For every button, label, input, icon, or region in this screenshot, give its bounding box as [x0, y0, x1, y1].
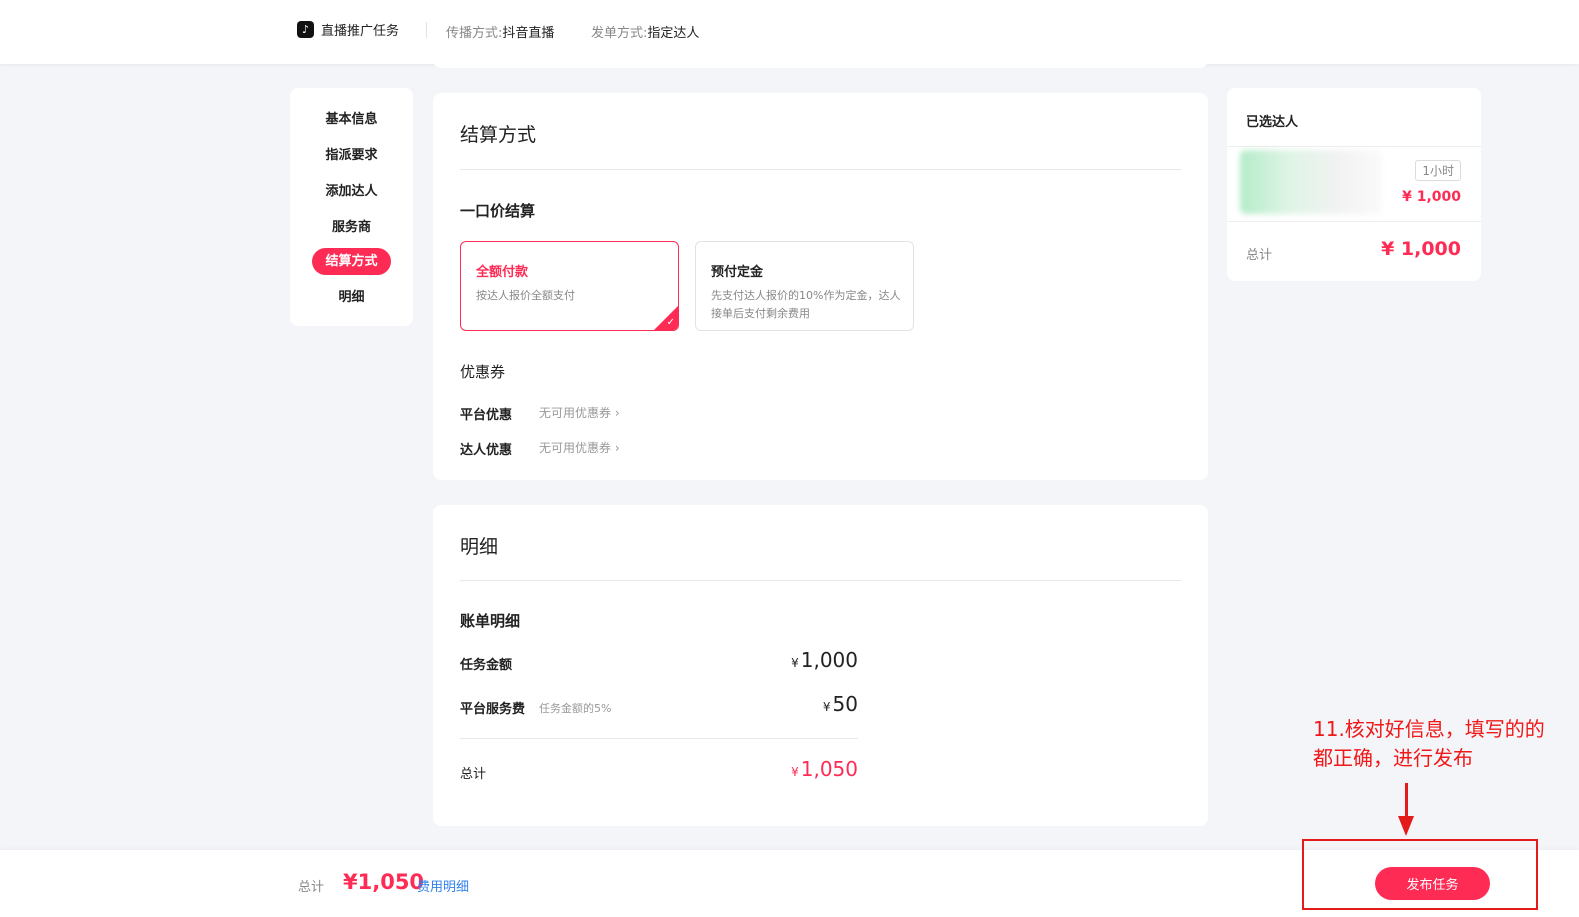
detail-divider — [460, 580, 1181, 581]
spread-method: 传播方式:抖音直播 — [446, 22, 554, 41]
settlement-title: 结算方式 — [460, 124, 537, 146]
annotation-arrow-shaft — [1405, 783, 1408, 819]
coupon-title: 优惠券 — [460, 363, 506, 381]
total-divider — [460, 738, 858, 739]
detail-total-label: 总计 — [460, 767, 487, 782]
check-icon: ✓ — [666, 317, 675, 328]
section-nav: 基本信息 指派要求 添加达人 服务商 结算方式 明细 — [290, 88, 413, 326]
detail-title: 明细 — [460, 536, 499, 558]
settlement-divider — [460, 169, 1181, 170]
influencer-avatar-blurred — [1240, 150, 1382, 214]
fee-detail-link[interactable]: 费用明细 — [417, 876, 469, 895]
detail-card: 明细 账单明细 任务金额 ¥1,000 平台服务费 任务金额的5% ¥50 总计… — [433, 505, 1208, 826]
detail-total-value: 1,050 — [800, 757, 858, 781]
option-deposit[interactable]: 预付定金 先支付达人报价的10%作为定金，达人接单后支付剩余费用 — [695, 241, 914, 331]
option-full-payment-desc: 按达人报价全额支付 — [476, 289, 575, 302]
service-fee-note: 任务金额的5% — [539, 702, 612, 715]
task-amount-label: 任务金额 — [460, 658, 513, 673]
currency-symbol: ¥ — [822, 700, 831, 714]
footer-total-label: 总计 — [298, 880, 325, 895]
footer-total: ¥1,050 — [343, 870, 425, 894]
option-full-payment[interactable]: 全额付款 按达人报价全额支付 ✓ — [460, 241, 679, 331]
dispatch-method: 发单方式:指定达人 — [591, 22, 699, 41]
task-amount-value: 1,000 — [800, 648, 858, 672]
panel-total-label: 总计 — [1246, 248, 1273, 263]
duration-badge: 1小时 — [1415, 160, 1461, 181]
previous-card-edge — [433, 54, 1208, 68]
page-title: 直播推广任务 — [321, 24, 400, 39]
currency-symbol: ¥ — [791, 765, 799, 779]
panel-divider-bottom — [1227, 221, 1481, 222]
currency-symbol: ¥ — [791, 656, 799, 670]
nav-item-add-influencer[interactable]: 添加达人 — [312, 178, 391, 205]
service-fee-label: 平台服务费 — [460, 702, 526, 717]
nav-item-basic-info[interactable]: 基本信息 — [312, 106, 391, 133]
option-deposit-desc: 先支付达人报价的10%作为定金，达人接单后支付剩余费用 — [711, 289, 901, 320]
nav-item-settlement[interactable]: 结算方式 — [312, 248, 391, 275]
option-full-payment-title: 全额付款 — [476, 265, 529, 280]
panel-divider-top — [1227, 146, 1481, 147]
influencer-coupon-link[interactable]: 无可用优惠券 › — [539, 439, 620, 456]
header-divider — [426, 22, 427, 38]
fixed-price-title: 一口价结算 — [460, 202, 536, 220]
annotation-highlight-box — [1302, 839, 1538, 910]
spread-method-label: 传播方式: — [446, 26, 503, 41]
platform-coupon-label: 平台优惠 — [460, 408, 513, 423]
brand: ♪ 直播推广任务 — [297, 20, 399, 39]
nav-item-assign-requirements[interactable]: 指派要求 — [312, 142, 391, 169]
detail-total: ¥1,050 — [791, 757, 858, 781]
annotation-arrow-head-icon — [1398, 816, 1414, 836]
nav-item-service-provider[interactable]: 服务商 — [312, 214, 391, 241]
dispatch-method-value: 指定达人 — [647, 26, 700, 41]
panel-total: ¥ 1,000 — [1381, 238, 1461, 260]
douyin-logo-icon: ♪ — [297, 21, 314, 38]
service-fee-value: 50 — [832, 692, 858, 716]
bill-detail-title: 账单明细 — [460, 612, 521, 630]
task-amount: ¥1,000 — [791, 648, 858, 672]
selected-influencers-panel: 已选达人 1小时 ¥ 1,000 总计 ¥ 1,000 — [1227, 88, 1481, 281]
spread-method-value: 抖音直播 — [502, 26, 555, 41]
influencer-price: ¥ 1,000 — [1402, 189, 1461, 205]
annotation-text: 11.核对好信息，填写的的都正确，进行发布 — [1313, 717, 1545, 770]
settlement-card: 结算方式 一口价结算 全额付款 按达人报价全额支付 ✓ 预付定金 先支付达人报价… — [433, 93, 1208, 480]
platform-coupon-link[interactable]: 无可用优惠券 › — [539, 404, 620, 421]
selected-influencers-title: 已选达人 — [1246, 115, 1299, 130]
service-fee: ¥50 — [823, 692, 858, 716]
dispatch-method-label: 发单方式: — [591, 26, 648, 41]
option-deposit-title: 预付定金 — [711, 265, 764, 280]
nav-item-detail[interactable]: 明细 — [312, 284, 391, 311]
influencer-coupon-label: 达人优惠 — [460, 443, 513, 458]
